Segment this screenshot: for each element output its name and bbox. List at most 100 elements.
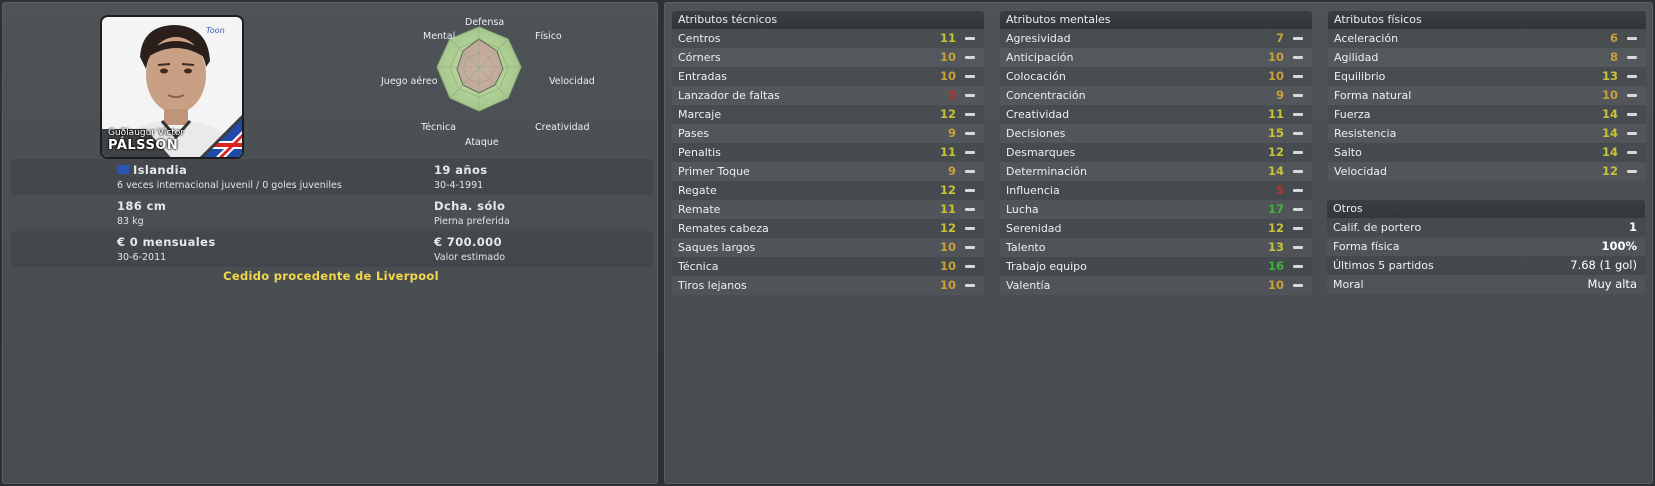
contract-end: 30-6-2011 — [117, 252, 167, 263]
attribute-value: 12 — [939, 107, 956, 121]
attribute-trend-dash-icon — [1627, 37, 1637, 40]
technical-attributes-header: Atributos técnicos — [672, 11, 984, 29]
attribute-trend-dash-icon — [1293, 208, 1303, 211]
attribute-name: Lanzador de faltas — [678, 89, 780, 102]
attribute-row[interactable]: Remates cabeza 12 — [672, 219, 984, 238]
attribute-name: Últimos 5 partidos — [1333, 259, 1434, 272]
attribute-name: Serenidad — [1006, 222, 1062, 235]
attribute-trend-dash-icon — [1293, 265, 1303, 268]
attribute-name: Tiros lejanos — [678, 279, 747, 292]
attribute-name: Marcaje — [678, 108, 722, 121]
attribute-row[interactable]: Concentración 9 — [1000, 86, 1312, 105]
mental-attributes: Atributos mentales Agresividad 7 Anticipac… — [1000, 11, 1312, 295]
attribute-value: 10 — [939, 50, 956, 64]
attribute-trend-dash-icon — [1627, 170, 1637, 173]
radar-label-tecnica: Técnica — [421, 122, 456, 133]
attribute-row[interactable]: Forma natural 10 — [1328, 86, 1646, 105]
attribute-row[interactable]: Tiros lejanos 10 — [672, 276, 984, 295]
attribute-row[interactable]: Lanzador de faltas 5 — [672, 86, 984, 105]
attribute-row[interactable]: Valentía 10 — [1000, 276, 1312, 295]
attribute-trend-dash-icon — [1627, 113, 1637, 116]
attribute-row[interactable]: Equilibrio 13 — [1328, 67, 1646, 86]
physical-attributes: Atributos físicos Aceleración 6 Agilidad 8 E… — [1328, 11, 1646, 181]
attribute-row[interactable]: Velocidad 12 — [1328, 162, 1646, 181]
birth-date: 30-4-1991 — [434, 180, 484, 191]
attribute-row[interactable]: Calif. de portero 1 — [1327, 218, 1645, 237]
attribute-row[interactable]: Decisiones 15 — [1000, 124, 1312, 143]
attribute-name: Lucha — [1006, 203, 1039, 216]
other-info-header: Otros — [1327, 200, 1645, 218]
attribute-trend-dash-icon — [1293, 170, 1303, 173]
attribute-row[interactable]: Creatividad 11 — [1000, 105, 1312, 124]
attribute-row[interactable]: Penaltis 11 — [672, 143, 984, 162]
player-last-name: PÁLSSON — [108, 138, 179, 153]
attribute-row[interactable]: Serenidad 12 — [1000, 219, 1312, 238]
attribute-row[interactable]: Forma física 100% — [1327, 237, 1645, 256]
attribute-trend-dash-icon — [965, 75, 975, 78]
attribute-row[interactable]: Lucha 17 — [1000, 200, 1312, 219]
attribute-row[interactable]: Pases 9 — [672, 124, 984, 143]
attribute-row[interactable]: Talento 13 — [1000, 238, 1312, 257]
attribute-value: 6 — [1609, 31, 1618, 45]
attribute-row[interactable]: Primer Toque 9 — [672, 162, 984, 181]
attribute-row[interactable]: Influencia 5 — [1000, 181, 1312, 200]
attribute-row[interactable]: Entradas 10 — [672, 67, 984, 86]
attribute-row[interactable]: Marcaje 12 — [672, 105, 984, 124]
attribute-trend-dash-icon — [965, 94, 975, 97]
attribute-trend-dash-icon — [1627, 75, 1637, 78]
radar-label-mental: Mental — [423, 31, 456, 42]
attribute-row[interactable]: Regate 12 — [672, 181, 984, 200]
attribute-row[interactable]: Agresividad 7 — [1000, 29, 1312, 48]
attribute-trend-dash-icon — [1293, 132, 1303, 135]
attribute-value: 7 — [1275, 31, 1284, 45]
attribute-value: 12 — [939, 183, 956, 197]
attribute-row[interactable]: Remate 11 — [672, 200, 984, 219]
attribute-row[interactable]: Resistencia 14 — [1328, 124, 1646, 143]
attribute-value: 12 — [1267, 145, 1284, 159]
attribute-value: 15 — [1267, 126, 1284, 140]
attribute-value: 10 — [939, 69, 956, 83]
attribute-value: 16 — [1267, 259, 1284, 273]
attribute-value: 14 — [1601, 145, 1618, 159]
attribute-row[interactable]: Saques largos 10 — [672, 238, 984, 257]
attribute-value: 14 — [1601, 107, 1618, 121]
attribute-value: 5 — [947, 88, 956, 102]
attribute-value: 9 — [947, 164, 956, 178]
attribute-trend-dash-icon — [1627, 56, 1637, 59]
attribute-row[interactable]: Moral Muy alta — [1327, 275, 1645, 294]
other-info: Otros Calif. de portero 1 Forma física 100%… — [1327, 200, 1645, 294]
attribute-row[interactable]: Centros 11 — [672, 29, 984, 48]
attribute-row[interactable]: Aceleración 6 — [1328, 29, 1646, 48]
attribute-row[interactable]: Agilidad 8 — [1328, 48, 1646, 67]
loan-status[interactable]: Cedido procedente de Liverpool — [3, 269, 659, 283]
attribute-name: Creatividad — [1006, 108, 1070, 121]
attribute-row[interactable]: Colocación 10 — [1000, 67, 1312, 86]
attribute-trend-dash-icon — [965, 132, 975, 135]
attribute-trend-dash-icon — [1293, 94, 1303, 97]
attribute-value: 1 — [1628, 220, 1637, 234]
attribute-row[interactable]: Anticipación 10 — [1000, 48, 1312, 67]
attribute-row[interactable]: Determinación 14 — [1000, 162, 1312, 181]
attribute-name: Influencia — [1006, 184, 1060, 197]
attribute-value: 10 — [939, 259, 956, 273]
attribute-value: 14 — [1267, 164, 1284, 178]
preferred-foot: Dcha. sólo — [434, 199, 506, 213]
attribute-row[interactable]: Desmarques 12 — [1000, 143, 1312, 162]
attribute-trend-dash-icon — [1293, 284, 1303, 287]
attribute-row[interactable]: Trabajo equipo 16 — [1000, 257, 1312, 276]
attribute-value: 7.68 (1 gol) — [1570, 258, 1637, 272]
attribute-row[interactable]: Fuerza 14 — [1328, 105, 1646, 124]
attribute-row[interactable]: Técnica 10 — [672, 257, 984, 276]
attribute-trend-dash-icon — [1293, 246, 1303, 249]
youth-caps: 6 veces internacional juvenil / 0 goles … — [117, 180, 342, 191]
attribute-name: Primer Toque — [678, 165, 750, 178]
attribute-row[interactable]: Últimos 5 partidos 7.68 (1 gol) — [1327, 256, 1645, 275]
attribute-value: 17 — [1267, 202, 1284, 216]
attribute-trend-dash-icon — [965, 227, 975, 230]
attribute-value: 12 — [1267, 221, 1284, 235]
attribute-trend-dash-icon — [965, 170, 975, 173]
attribute-value: 10 — [1267, 278, 1284, 292]
attribute-row[interactable]: Salto 14 — [1328, 143, 1646, 162]
attribute-row[interactable]: Córners 10 — [672, 48, 984, 67]
attribute-trend-dash-icon — [965, 246, 975, 249]
